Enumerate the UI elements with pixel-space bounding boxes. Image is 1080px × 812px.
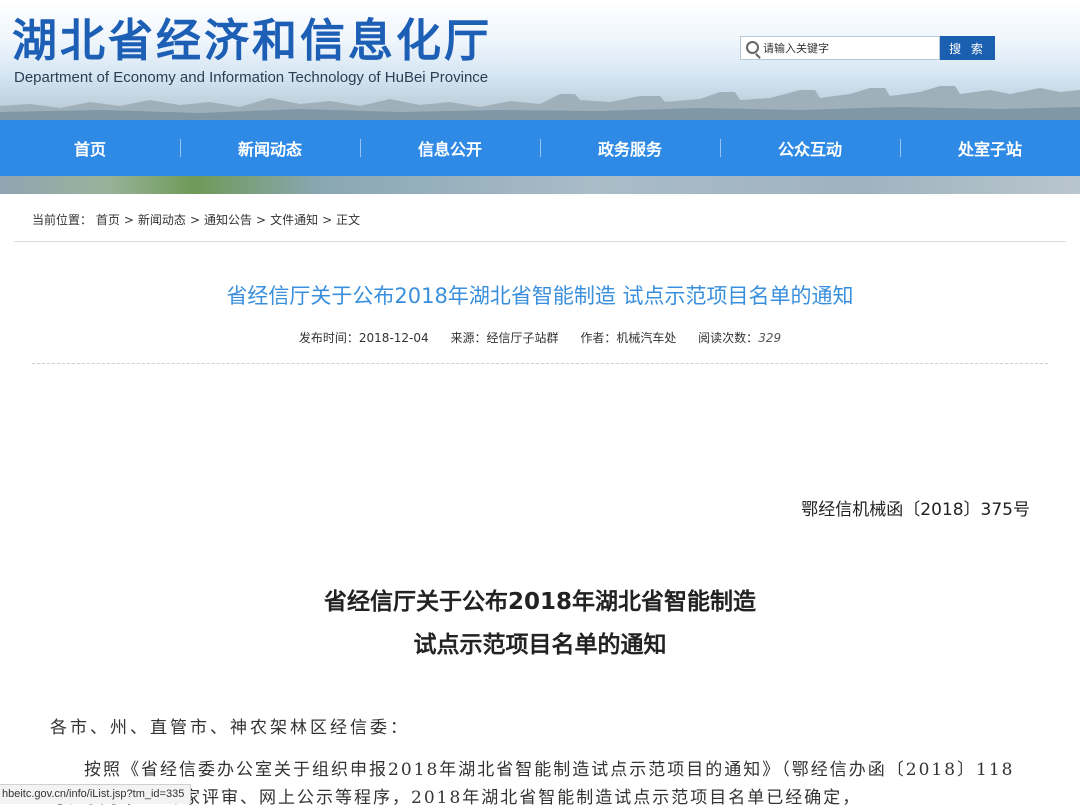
breadcrumb-file-notices[interactable]: 文件通知 bbox=[270, 213, 318, 227]
article-source: 来源：经信厅子站群 bbox=[450, 331, 559, 345]
breadcrumb-current: 正文 bbox=[336, 213, 361, 227]
divider-dotted bbox=[32, 363, 1048, 364]
document-paragraph: 按照《省经信委办公室关于组织申报2018年湖北省智能制造试点示范项目的通知》（鄂… bbox=[50, 760, 1015, 808]
status-bar-url: hbeitc.gov.cn/info/iList.jsp?tm_id=335 bbox=[0, 784, 192, 804]
article-title: 省经信厅关于公布2018年湖北省智能制造 试点示范项目名单的通知 bbox=[226, 284, 854, 308]
site-subtitle-english: Department of Economy and Information Te… bbox=[14, 69, 489, 86]
search-input[interactable] bbox=[763, 39, 933, 57]
publish-date: 发布时间：2018-12-04 bbox=[298, 331, 429, 345]
search-icon bbox=[746, 41, 759, 54]
view-count-label: 阅读次数： bbox=[698, 331, 759, 345]
header-banner: 湖北省经济和信息化厅 Department of Economy and Inf… bbox=[0, 0, 1080, 120]
breadcrumb-separator: > bbox=[322, 213, 333, 227]
breadcrumb: 当前位置： 首页 > 新闻动态 > 通知公告 > 文件通知 > 正文 bbox=[32, 211, 360, 228]
search-button[interactable]: 搜 索 bbox=[940, 36, 995, 60]
main-nav: 首页 新闻动态 信息公开 政务服务 公众互动 处室子站 bbox=[0, 120, 1080, 176]
nav-item-department-sites[interactable]: 处室子站 bbox=[900, 120, 1080, 176]
breadcrumb-separator: > bbox=[256, 213, 267, 227]
breadcrumb-prefix: 当前位置： bbox=[32, 213, 93, 227]
article-author: 作者：机械汽车处 bbox=[580, 331, 677, 345]
landscape-strip-image bbox=[0, 176, 1080, 194]
search-box bbox=[740, 36, 940, 60]
divider bbox=[14, 241, 1066, 242]
document-title-line2: 试点示范项目名单的通知 bbox=[413, 632, 667, 658]
site-title: 湖北省经济和信息化厅 bbox=[12, 14, 493, 67]
breadcrumb-separator: > bbox=[189, 213, 200, 227]
document-number: 鄂经信机械函〔2018〕375号 bbox=[801, 500, 1030, 520]
nav-item-home[interactable]: 首页 bbox=[0, 120, 180, 176]
city-skyline-image bbox=[0, 86, 1080, 120]
breadcrumb-separator: > bbox=[123, 213, 134, 227]
nav-item-public-interaction[interactable]: 公众互动 bbox=[720, 120, 900, 176]
document-salutation: 各市、州、直管市、神农架林区经信委： bbox=[50, 718, 410, 738]
nav-item-government-services[interactable]: 政务服务 bbox=[540, 120, 720, 176]
nav-item-info-disclosure[interactable]: 信息公开 bbox=[360, 120, 540, 176]
nav-item-news[interactable]: 新闻动态 bbox=[180, 120, 360, 176]
article-meta: 发布时间：2018-12-04 来源：经信厅子站群 作者：机械汽车处 阅读次数：… bbox=[0, 329, 1080, 346]
document-title-line1: 省经信厅关于公布2018年湖北省智能制造 bbox=[323, 589, 756, 615]
view-count: 阅读次数：329 bbox=[698, 331, 781, 345]
breadcrumb-home[interactable]: 首页 bbox=[96, 213, 120, 227]
view-count-value: 329 bbox=[758, 331, 782, 345]
breadcrumb-notices[interactable]: 通知公告 bbox=[204, 213, 252, 227]
breadcrumb-news[interactable]: 新闻动态 bbox=[138, 213, 186, 227]
